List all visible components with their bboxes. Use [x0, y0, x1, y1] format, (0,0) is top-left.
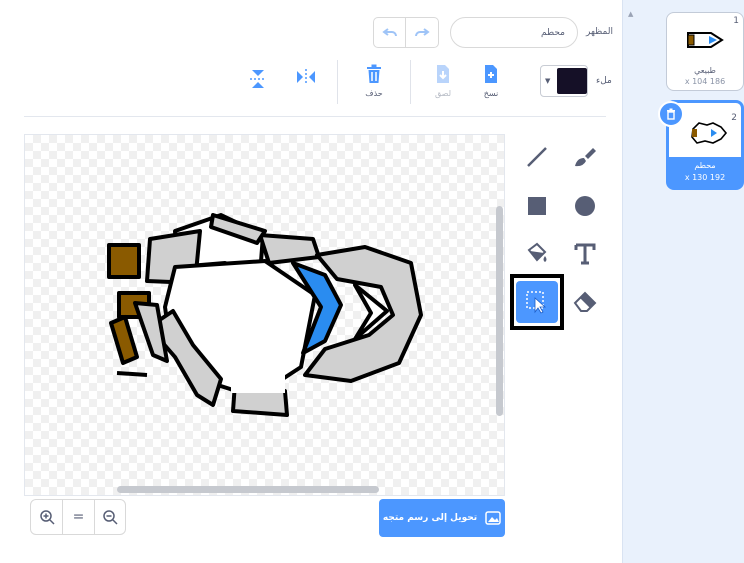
costume-number: 2	[731, 113, 737, 123]
costume-size: x 104 186	[684, 77, 726, 86]
eraser-tool[interactable]	[565, 282, 605, 322]
delete-button[interactable]: حذف	[359, 64, 389, 98]
costume-label: المظهر	[586, 27, 613, 37]
costume-thumbnail	[691, 122, 728, 144]
zoom-in-icon	[39, 510, 55, 525]
rectangle-tool[interactable]	[517, 186, 557, 226]
costume-name: محطم	[694, 161, 716, 170]
toolbar-divider-horizontal	[24, 116, 606, 117]
text-icon	[574, 243, 596, 265]
paste-button[interactable]: لصق	[428, 64, 458, 98]
fill-color-swatch	[557, 68, 587, 94]
circle-icon	[575, 196, 595, 216]
zoom-out-icon	[103, 510, 118, 525]
flip-horizontal-button[interactable]	[291, 68, 321, 90]
zoom-reset-button[interactable]: =	[62, 500, 93, 534]
toolbar-divider	[337, 60, 338, 104]
image-icon	[485, 511, 501, 525]
canvas-horizontal-scrollbar[interactable]	[117, 486, 379, 493]
pane-scrollbar[interactable]: ▲	[628, 10, 634, 18]
copy-icon	[485, 65, 497, 83]
paint-canvas[interactable]	[24, 134, 505, 496]
zoom-out-button[interactable]	[93, 500, 125, 534]
undo-redo-group	[373, 17, 439, 48]
canvas-vertical-scrollbar[interactable]	[496, 206, 503, 416]
rectangle-icon	[528, 197, 546, 215]
trash-icon	[667, 108, 675, 120]
toolbar-divider	[410, 60, 411, 104]
convert-button-label: تحويل إلى رسم متجه	[382, 513, 478, 523]
line-icon	[527, 147, 547, 167]
delete-label: حذف	[365, 89, 383, 98]
costume-tile-1[interactable]: 1 طبيعي x 104 186	[666, 12, 744, 91]
redo-button[interactable]	[406, 18, 438, 47]
trash-icon	[367, 64, 381, 83]
paste-label: لصق	[434, 89, 452, 98]
select-icon	[526, 291, 547, 314]
fill-bucket-icon	[527, 242, 547, 262]
costume-name-input[interactable]	[450, 17, 578, 48]
flip-vertical-icon	[250, 70, 266, 88]
circle-tool[interactable]	[565, 186, 605, 226]
fill-color-picker[interactable]: ▼	[540, 65, 588, 97]
brush-tool[interactable]	[565, 137, 605, 177]
line-tool[interactable]	[517, 137, 557, 177]
costume-drawing	[107, 213, 423, 417]
eraser-icon	[573, 291, 597, 312]
zoom-reset-label: =	[72, 509, 85, 525]
redo-icon	[415, 27, 430, 36]
brush-icon	[575, 148, 596, 167]
select-tool-highlight	[516, 281, 558, 323]
text-tool[interactable]	[565, 234, 605, 274]
fill-label: ملء	[596, 76, 612, 86]
costume-size: x 130 192	[684, 173, 726, 182]
costume-number: 1	[733, 16, 739, 26]
copy-label: نسخ	[483, 89, 499, 98]
paste-icon	[437, 65, 449, 83]
undo-button[interactable]	[374, 18, 407, 47]
costume-name: طبيعي	[694, 66, 716, 75]
flip-vertical-button[interactable]	[243, 68, 273, 94]
zoom-in-button[interactable]	[31, 500, 62, 534]
chevron-down-icon: ▼	[545, 77, 551, 85]
undo-icon	[381, 27, 397, 36]
fill-tool[interactable]	[517, 234, 557, 274]
convert-to-vector-button[interactable]: تحويل إلى رسم متجه	[379, 499, 505, 537]
copy-button[interactable]: نسخ	[476, 64, 506, 98]
zoom-controls: =	[30, 499, 126, 535]
flip-horizontal-icon	[297, 69, 315, 85]
delete-costume-button[interactable]	[658, 101, 684, 127]
select-tool[interactable]	[510, 274, 564, 330]
costume-thumbnail	[687, 32, 724, 48]
